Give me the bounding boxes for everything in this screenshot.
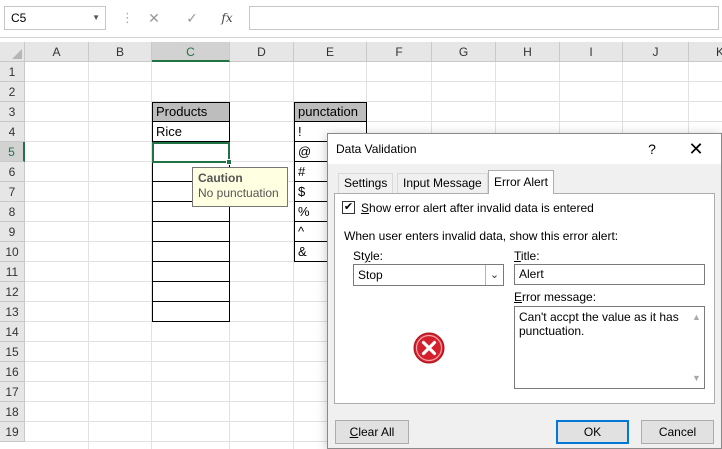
row-header[interactable]: 10	[0, 242, 25, 262]
product-empty-cell[interactable]	[152, 222, 230, 242]
column-header[interactable]: J	[623, 42, 689, 62]
enter-formula-icon[interactable]: ✓	[181, 8, 203, 28]
label-part: rror message:	[522, 290, 597, 304]
label-part: le:	[370, 249, 384, 263]
chevron-down-icon[interactable]: ⌄	[485, 265, 503, 285]
stop-error-icon	[413, 332, 445, 364]
grid-horizontal-line	[25, 101, 722, 102]
fill-handle[interactable]	[226, 159, 232, 165]
column-header[interactable]: A	[25, 42, 89, 62]
product-empty-cell[interactable]	[152, 242, 230, 262]
row-header[interactable]: 8	[0, 202, 25, 222]
column-header[interactable]: C	[152, 42, 230, 62]
style-label: Style:	[353, 248, 383, 264]
formula-bar-separator: ⋮	[121, 10, 134, 25]
message-scrollbar[interactable]: ▲ ▼	[690, 307, 704, 388]
row-header[interactable]: 15	[0, 342, 25, 362]
data-validation-dialog: Data Validation ? ✕ Settings Input Messa…	[327, 133, 722, 449]
title-label: Title:	[514, 248, 540, 264]
show-alert-checkbox[interactable]: ✔	[342, 201, 355, 214]
show-alert-label[interactable]: Show error alert after invalid data is e…	[361, 200, 594, 216]
insert-function-icon[interactable]: fx	[216, 8, 238, 28]
products-header-cell[interactable]: Products	[152, 102, 230, 122]
row-header[interactable]: 16	[0, 362, 25, 382]
checkmark-icon: ✔	[343, 201, 354, 213]
row-header[interactable]: 14	[0, 322, 25, 342]
cancel-button[interactable]: Cancel	[641, 420, 714, 444]
name-box[interactable]: C5 ▼	[4, 6, 106, 30]
when-invalid-label: When user enters invalid data, show this…	[344, 229, 619, 243]
error-message-textarea[interactable]: Can't accpt the value as it has punctuat…	[514, 306, 705, 389]
row-header[interactable]: 17	[0, 382, 25, 402]
formula-input[interactable]	[249, 6, 719, 30]
grid-horizontal-line	[25, 121, 722, 122]
label-part: how error alert after invalid data is en…	[369, 201, 594, 215]
clear-all-button[interactable]: Clear All	[335, 420, 409, 444]
product-empty-cell[interactable]	[152, 282, 230, 302]
error-message-label: Error message:	[514, 289, 596, 305]
product-empty-cell[interactable]	[152, 262, 230, 282]
button-label: lear All	[358, 425, 395, 439]
row-header[interactable]: 1	[0, 62, 25, 82]
close-icon[interactable]: ✕	[684, 134, 708, 164]
help-icon[interactable]: ?	[642, 134, 662, 164]
error-message-text: Can't accpt the value as it has punctuat…	[519, 310, 679, 338]
column-header[interactable]: G	[432, 42, 496, 62]
row-header[interactable]: 13	[0, 302, 25, 322]
tooltip-title: Caution	[198, 171, 243, 185]
tab-settings[interactable]: Settings	[338, 173, 394, 194]
row-header[interactable]: 18	[0, 402, 25, 422]
row-header[interactable]: 6	[0, 162, 25, 182]
tab-input-message[interactable]: Input Message	[397, 173, 488, 194]
column-header[interactable]: I	[560, 42, 623, 62]
accelerator-key: E	[514, 290, 523, 304]
select-all-button[interactable]	[0, 42, 25, 62]
accelerator-key: T	[514, 249, 521, 263]
column-header[interactable]: H	[496, 42, 560, 62]
product-empty-cell[interactable]	[152, 302, 230, 322]
column-header[interactable]: F	[367, 42, 432, 62]
punctuation-header-cell[interactable]: punctation	[294, 102, 367, 122]
accelerator-key: C	[349, 425, 359, 439]
label-part: itle:	[520, 249, 540, 263]
input-message-tooltip: Caution No punctuation	[192, 167, 288, 207]
chevron-down-icon[interactable]: ▼	[92, 7, 100, 29]
row-header[interactable]: 11	[0, 262, 25, 282]
scroll-up-icon[interactable]: ▲	[692, 310, 701, 324]
formula-bar: C5 ▼ ⋮ ✕ ✓ fx	[0, 0, 722, 38]
row-header[interactable]: 7	[0, 182, 25, 202]
row-header[interactable]: 5	[0, 142, 25, 162]
grid-horizontal-line	[25, 81, 722, 82]
cancel-formula-icon[interactable]: ✕	[143, 8, 165, 28]
accelerator-key: S	[361, 201, 370, 215]
select-all-triangle-icon	[12, 49, 22, 59]
style-dropdown[interactable]: Stop ⌄	[353, 264, 504, 286]
row-header[interactable]: 19	[0, 422, 25, 442]
column-header[interactable]: K	[689, 42, 722, 62]
name-box-value: C5	[11, 11, 27, 25]
row-header[interactable]: 4	[0, 122, 25, 142]
column-header[interactable]: D	[230, 42, 294, 62]
product-cell[interactable]: Rice	[152, 122, 230, 142]
scroll-down-icon[interactable]: ▼	[692, 371, 701, 385]
style-dropdown-value: Stop	[358, 268, 383, 282]
title-input[interactable]: Alert	[514, 264, 705, 285]
label-part: St	[353, 249, 365, 263]
active-cell-c5[interactable]	[152, 142, 230, 163]
column-header[interactable]: E	[294, 42, 367, 62]
ok-button[interactable]: OK	[556, 420, 629, 444]
row-header[interactable]: 12	[0, 282, 25, 302]
dialog-title-bar[interactable]: Data Validation ? ✕	[328, 134, 721, 164]
row-header[interactable]: 9	[0, 222, 25, 242]
tooltip-message: No punctuation	[198, 186, 279, 200]
row-header[interactable]: 2	[0, 82, 25, 102]
column-header[interactable]: B	[89, 42, 152, 62]
row-header[interactable]: 3	[0, 102, 25, 122]
dialog-title: Data Validation	[336, 142, 417, 156]
tab-error-alert[interactable]: Error Alert	[488, 170, 555, 194]
